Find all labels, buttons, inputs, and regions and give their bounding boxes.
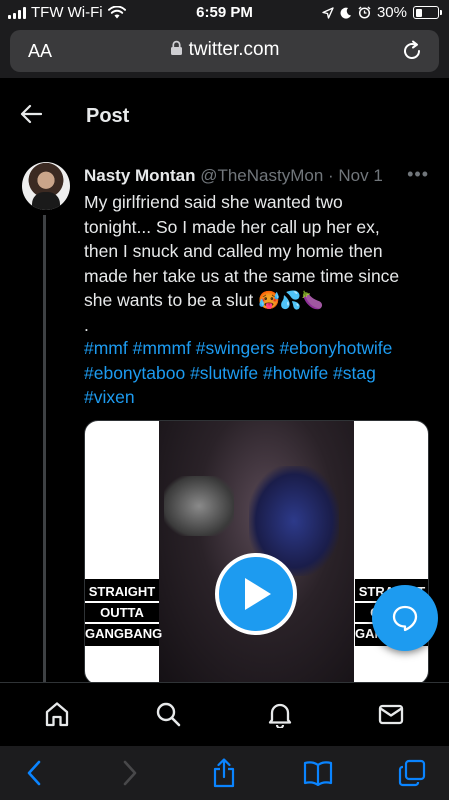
tweet-text-line: . — [84, 314, 89, 335]
tab-bar — [0, 682, 449, 746]
tweet-text: My girlfriend said she wanted two tonigh… — [84, 190, 434, 337]
status-bar: TFW Wi-Fi 6:59 PM 30% — [0, 0, 449, 26]
bell-icon — [268, 703, 292, 728]
avatar[interactable] — [22, 162, 70, 210]
media-label-line: STRAIGHT — [85, 582, 159, 603]
alarm-icon — [358, 6, 371, 19]
hashtag-line[interactable]: #vixen — [84, 385, 434, 410]
status-right: 30% — [322, 4, 442, 21]
url-display[interactable]: twitter.com — [10, 39, 439, 61]
chat-bubble-icon — [392, 605, 418, 632]
compose-reply-button[interactable] — [372, 585, 438, 651]
battery-icon — [413, 6, 442, 19]
tab-search[interactable] — [153, 699, 183, 729]
tweet-text-line: My girlfriend said she wanted two — [84, 192, 343, 212]
tweet-header: Nasty Montan @TheNastyMon · Nov 1 — [84, 166, 434, 188]
media-label-line: GANGBANG — [85, 626, 163, 641]
browser-back-button[interactable] — [18, 758, 50, 788]
back-icon — [27, 760, 41, 786]
media-label-line: OUTTA — [85, 603, 159, 624]
hashtags: #mmf #mmmf #swingers #ebonyhotwife #ebon… — [84, 336, 434, 410]
page-title: Post — [86, 105, 130, 127]
video-frame — [159, 421, 354, 682]
hashtag-line[interactable]: #mmf #mmmf #swingers #ebonyhotwife — [84, 336, 434, 361]
page-header: Post — [0, 78, 449, 154]
location-icon — [322, 6, 334, 19]
tabs-icon — [398, 759, 426, 787]
moon-icon — [340, 7, 351, 19]
tab-notifications[interactable] — [265, 699, 295, 729]
bookmarks-icon — [303, 761, 333, 786]
share-button[interactable] — [208, 758, 240, 788]
reload-icon[interactable] — [401, 40, 423, 62]
tab-home[interactable] — [42, 699, 72, 729]
media-label-left: STRAIGHT OUTTA GANGBANG — [85, 579, 163, 646]
separator-dot: · — [323, 166, 339, 185]
web-content: Post Nasty Montan @TheNastyMon · Nov 1 •… — [0, 78, 449, 682]
back-arrow-icon[interactable] — [20, 104, 42, 124]
more-options-icon[interactable]: ••• — [407, 164, 429, 185]
thread-line — [43, 215, 46, 682]
tweet-text-line: then I snuck and called my homie then — [84, 241, 383, 261]
hashtag-line[interactable]: #ebonytaboo #slutwife #hotwife #stag — [84, 361, 434, 386]
url-text: twitter.com — [188, 39, 280, 60]
battery-percent: 30% — [376, 4, 407, 21]
tweet-text-line: made her take us at the same time since — [84, 265, 400, 286]
display-name[interactable]: Nasty Montan — [84, 166, 195, 185]
forward-icon — [123, 760, 137, 786]
tweet-text-line: tonight... So I made her call up her ex, — [84, 216, 380, 237]
home-icon — [45, 702, 69, 727]
lock-icon — [170, 40, 182, 55]
search-icon — [156, 702, 181, 727]
play-button[interactable] — [215, 553, 297, 635]
browser-toolbar: AA twitter.com — [0, 26, 449, 78]
browser-forward-button[interactable] — [114, 758, 146, 788]
tweet-date[interactable]: Nov 1 — [338, 166, 382, 185]
tab-messages[interactable] — [376, 699, 406, 729]
tweet-text-line: she wants to be a slut 🥵💦🍆 — [84, 290, 324, 310]
video-thumbnail[interactable]: STRAIGHT OUTTA GANGBANG STRAIGHT OUTTA G… — [84, 420, 429, 682]
address-bar[interactable]: AA twitter.com — [10, 30, 439, 72]
user-handle[interactable]: @TheNastyMon — [200, 166, 323, 185]
tabs-button[interactable] — [396, 758, 428, 788]
mail-icon — [378, 704, 404, 725]
bookmarks-button[interactable] — [302, 758, 334, 788]
safari-toolbar — [0, 746, 449, 800]
play-icon — [245, 578, 271, 610]
share-icon — [213, 758, 235, 788]
battery-level — [415, 8, 422, 17]
